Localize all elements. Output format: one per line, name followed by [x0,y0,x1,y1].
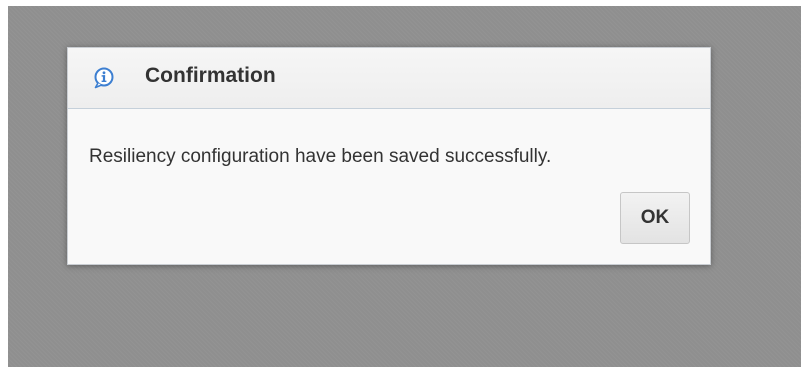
info-icon [92,66,116,90]
dialog-message: Resiliency configuration have been saved… [89,146,552,167]
dialog-header: Confirmation [68,48,710,109]
dialog-title: Confirmation [145,64,276,87]
confirmation-dialog: Confirmation Resiliency configuration ha… [67,47,711,265]
ok-button[interactable]: OK [620,192,690,244]
